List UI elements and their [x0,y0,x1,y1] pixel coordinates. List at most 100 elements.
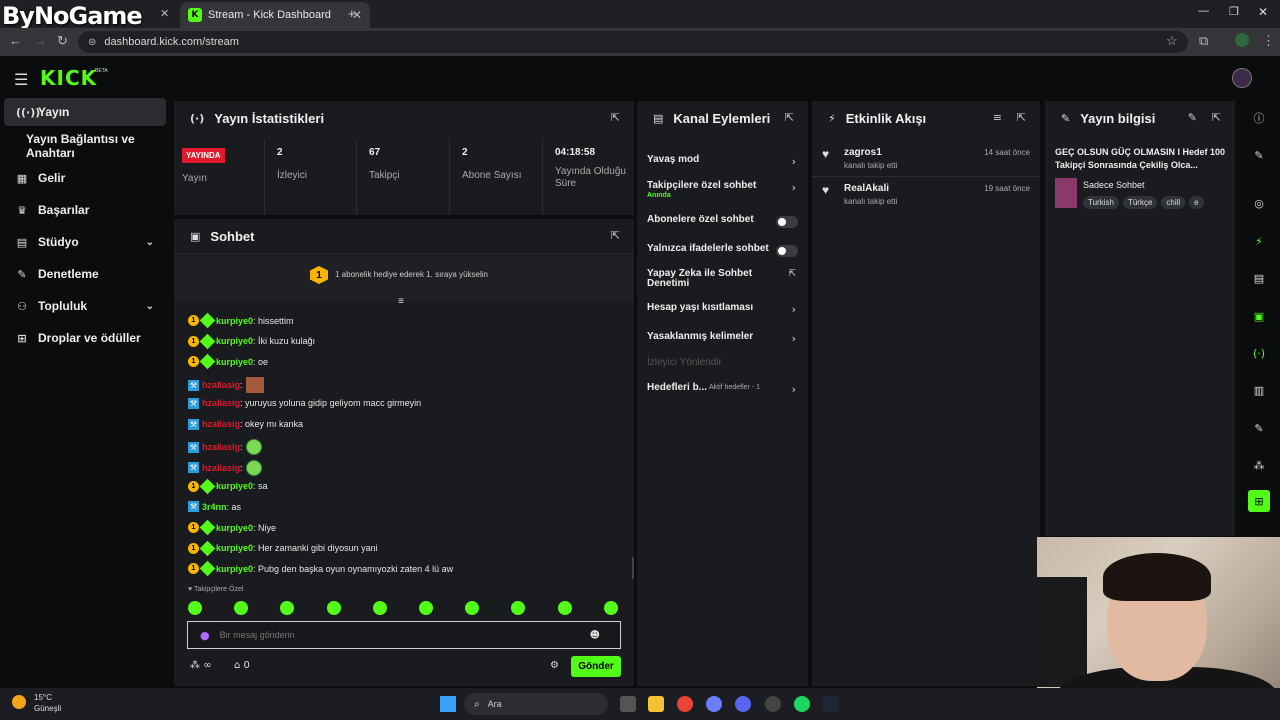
chat-message[interactable]: 1 kurpiye0: oe [188,354,268,370]
target-icon[interactable]: ◎ [1248,192,1270,214]
stream-tag[interactable]: Türkçe [1122,196,1158,209]
activity-item[interactable]: ♥ RealAkali kanalı takip etti 19 saat ön… [812,177,1040,213]
chat-username[interactable]: hzaliasig [202,463,240,473]
chat-username[interactable]: kurpiye0 [216,336,253,346]
discord-icon[interactable] [735,696,751,712]
chat-message[interactable]: ⚒ hzaliasig: okey mı kanka [188,418,303,430]
chat-message[interactable]: 1 kurpiye0: hissettim [188,312,294,329]
gift-leaderboard-banner[interactable]: 1 1 abonelik hediye ederek 1. sıraya yük… [174,253,634,301]
minimize-icon[interactable]: — [1198,5,1209,17]
toggle-switch[interactable] [776,245,798,257]
emote-button-icon[interactable] [419,601,433,615]
channel-action-item[interactable]: Abonelere özel sohbet [637,213,808,235]
extensions-icon[interactable]: ⧉ [1199,33,1208,49]
file-explorer-icon[interactable] [648,696,664,712]
steam-icon[interactable] [823,696,839,712]
pen-icon[interactable]: ✎ [1248,144,1270,166]
emote-button-icon[interactable] [188,601,202,615]
toggle-switch[interactable] [776,216,798,228]
chat-username[interactable]: kurpiye0 [216,523,253,533]
microphone-icon[interactable]: ● [200,629,210,642]
maximize-icon[interactable]: ❐ [1229,5,1239,18]
chat-message[interactable]: ⚒ hzaliasig: [188,377,264,394]
emote-button-icon[interactable] [326,601,341,615]
emoji-picker-icon[interactable]: ☻ [590,630,600,641]
chat-message[interactable]: ⚒ hzaliasig: yuruyus yoluna gidip geliyom… [188,397,421,409]
taskbar-search[interactable]: ⌕ Ara [464,693,608,715]
channel-action-item[interactable]: Hesap yaşı kısıtlaması › [637,301,808,323]
chat-username[interactable]: 3r4nn [202,502,227,512]
task-view-icon[interactable] [620,696,636,712]
chat-username[interactable]: kurpiye0 [216,316,253,326]
document-icon[interactable]: ▤ [1248,267,1270,289]
sidebar-item-moderation[interactable]: ✎ Denetleme [4,260,166,288]
actions-icon[interactable]: ▥ [1248,379,1270,401]
popout-icon[interactable]: ⇱ [611,111,620,124]
chat-emote-icon[interactable] [245,377,264,394]
channel-action-item[interactable]: Yavaş mod › [637,153,808,175]
chrome-icon[interactable] [677,696,693,712]
profile-avatar[interactable] [1232,68,1252,88]
app-icon[interactable] [706,696,722,712]
wrench-icon[interactable]: ✎ [1248,417,1270,439]
chat-settings-icon[interactable]: ⚙ [550,660,559,671]
popout-icon[interactable]: ⇱ [785,111,794,124]
chat-username[interactable]: kurpiye0 [216,481,253,491]
emote-button-icon[interactable] [234,601,249,615]
chat-message[interactable]: ⚒ hzaliasig: [188,459,262,476]
sidebar-item-stream-key[interactable]: Yayın Bağlantısı ve Anahtarı [4,132,170,160]
activity-item[interactable]: ♥ zagros1 kanalı takip etti 14 saat önce [812,141,1040,177]
chat-input-box[interactable]: ● ☻ [187,621,621,649]
chat-message[interactable]: 1 kurpiye0: Pubg den başka oyun oynamıyoz… [188,561,453,577]
url-bar[interactable]: ⊜ dashboard.kick.com/stream [78,31,1188,53]
chat-username[interactable]: hzaliasig [202,419,240,429]
store-icon[interactable]: ⌂ 0 [234,660,250,671]
info-icon[interactable]: ⓘ [1248,107,1270,129]
chat-message[interactable]: ⚒ 3r4nn: as [188,501,241,513]
chat-username[interactable]: kurpiye0 [216,564,253,574]
filter-icon[interactable]: ≡ [993,111,1002,124]
reload-icon[interactable]: ↻ [57,33,68,49]
weather-sun-icon[interactable] [12,695,26,709]
chat-emote-icon[interactable] [245,439,262,456]
sidebar-item-studio[interactable]: ▤ Stüdyo ⌄ [4,228,166,256]
chat-message[interactable]: 1 kurpiye0: sa [188,478,268,494]
community-icon[interactable]: ⁂ [1248,454,1270,476]
edit-icon[interactable]: ✎ [1188,111,1197,124]
bolt-icon[interactable]: ⚡ [1248,230,1270,252]
emote-button-icon[interactable] [511,601,526,615]
channel-points-icon[interactable]: ⁂ ∞ [190,660,212,671]
forward-icon[interactable]: → [34,33,47,48]
menu-hamburger-icon[interactable]: ☰ [14,70,28,90]
windows-start-icon[interactable] [440,696,456,712]
chat-message[interactable]: 1 kurpiye0: Niye [188,519,276,536]
close-tab-icon[interactable]: ✕ [160,7,169,20]
sidebar-item-drops[interactable]: ⊞ Droplar ve ödüller [4,324,166,352]
send-button[interactable]: Gönder [571,656,621,677]
stream-tag[interactable]: chill [1161,196,1186,209]
new-tab-button[interactable]: + [348,6,356,21]
emote-button-icon[interactable] [557,601,572,615]
channel-action-item[interactable]: Yapay Zeka ile Sohbet Denetimi ⇱ [637,267,808,289]
chat-emote-icon[interactable] [245,459,262,476]
emote-button-icon[interactable] [372,601,387,615]
chat-username[interactable]: hzaliasig [202,442,240,452]
chat-message[interactable]: ⚒ hzaliasig: [188,439,262,456]
app-icon[interactable] [765,696,781,712]
popout-icon[interactable]: ⇱ [1017,111,1026,124]
sidebar-item-stream[interactable]: ((·)) Yayın [4,98,166,126]
bookmark-star-icon[interactable]: ☆ [1166,33,1178,49]
browser-profile-avatar[interactable] [1235,33,1249,47]
chat-username[interactable]: kurpiye0 [216,543,253,553]
chat-message[interactable]: 1 kurpiye0: Her zamanki gibi diyosun yani [188,540,378,556]
chat-username[interactable]: kurpiye0 [216,357,253,367]
chat-icon[interactable]: ▣ [1248,305,1270,327]
browser-tab-active[interactable]: K Stream - Kick Dashboard ✕ [180,2,370,28]
popout-icon[interactable]: ⇱ [611,229,620,242]
add-widget-icon[interactable]: ⊞ [1248,490,1270,512]
close-window-icon[interactable]: ✕ [1258,5,1268,19]
emote-button-icon[interactable] [280,601,295,615]
chat-message[interactable]: 1 kurpiye0: İki kuzu kulağı [188,333,315,349]
emote-button-icon[interactable] [465,601,480,615]
back-icon[interactable]: ← [9,33,22,48]
